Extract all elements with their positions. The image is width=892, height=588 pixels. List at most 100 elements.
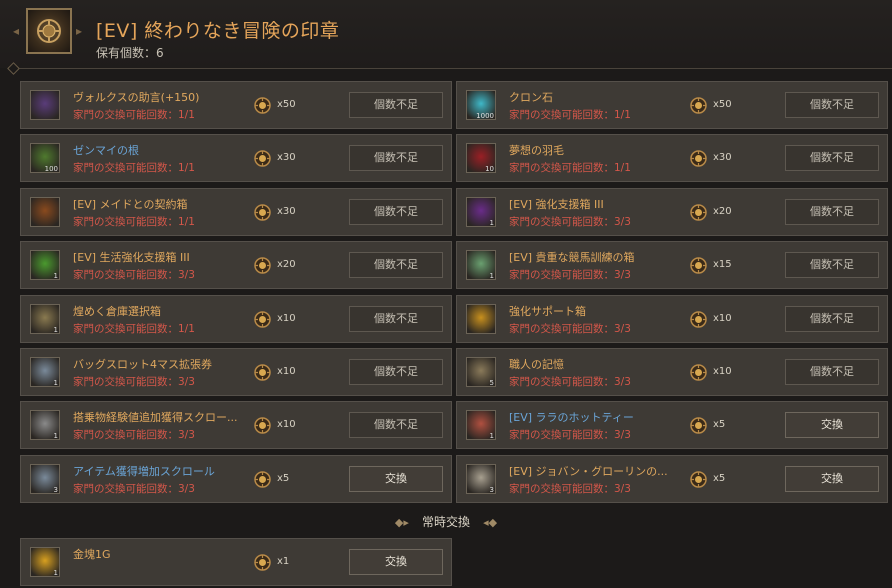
letter-icon: 3 bbox=[466, 463, 496, 494]
page-title: [EV] 終わりなき冒険の印章 bbox=[96, 20, 340, 42]
exchange-item[interactable]: 100 ゼンマイの根 家門の交換可能回数：1/1 x30 個数不足 bbox=[20, 134, 452, 183]
insufficient-button[interactable]: 個数不足 bbox=[349, 252, 443, 279]
seal-coin-icon bbox=[254, 417, 271, 435]
item-name: クロン石 bbox=[509, 91, 553, 104]
item-quantity: 1 bbox=[53, 379, 58, 387]
item-quantity: 1 bbox=[53, 325, 58, 334]
insufficient-button[interactable]: 個数不足 bbox=[349, 145, 443, 172]
owned-count: 保有個数：6 bbox=[96, 46, 164, 60]
seal-coin-icon bbox=[254, 204, 271, 221]
exchange-limit: 家門の交換可能回数：1/1 bbox=[73, 162, 195, 175]
gold-bar-icon: 1 bbox=[30, 547, 60, 577]
exchange-limit: 家門の交換可能回数：1/1 bbox=[73, 215, 195, 228]
exchange-item[interactable]: 強化サポート箱 家門の交換可能回数：3/3 x10 個数不足 bbox=[456, 294, 888, 343]
exchange-item[interactable]: 1 [EV] 生活強化支援箱 III 家門の交換可能回数：3/3 x20 個数不足 bbox=[20, 241, 452, 290]
insufficient-button[interactable]: 個数不足 bbox=[349, 412, 443, 439]
item-name: 搭乗物経験値追加獲得スクロー... bbox=[73, 411, 238, 425]
exchange-limit: 家門の交換可能回数：1/1 bbox=[509, 162, 631, 175]
item-name: [EV] 貴重な競馬訓練の箱 bbox=[509, 251, 635, 265]
item-quantity: 5 bbox=[489, 379, 494, 387]
insufficient-button[interactable]: 個数不足 bbox=[785, 145, 879, 172]
seal-coin-icon bbox=[254, 97, 271, 114]
insufficient-button[interactable]: 個数不足 bbox=[785, 198, 879, 225]
item-cost: x1 bbox=[277, 556, 290, 567]
book-icon bbox=[30, 90, 60, 120]
item-quantity: 1000 bbox=[476, 112, 494, 120]
exchange-item[interactable]: 5 職人の記憶 家門の交換可能回数：3/3 x10 個数不足 bbox=[456, 348, 888, 396]
exchange-limit: 家門の交換可能回数：3/3 bbox=[509, 482, 631, 495]
gift-box-icon: 1 bbox=[466, 250, 496, 281]
item-name: [EV] 生活強化支援箱 III bbox=[73, 251, 190, 265]
item-name: [EV] ララのホットティー bbox=[509, 411, 634, 425]
seal-coin-icon bbox=[690, 310, 707, 328]
bag-ticket-icon: 1 bbox=[30, 357, 60, 387]
exchange-button[interactable]: 交換 bbox=[349, 549, 443, 575]
item-name: [EV] メイドとの契約箱 bbox=[73, 197, 188, 211]
exchange-item[interactable]: 1 [EV] ララのホットティー 家門の交換可能回数：3/3 x5 交換 bbox=[456, 401, 888, 450]
permanent-exchange-label: 常時交換 bbox=[421, 515, 470, 529]
item-cost: x10 bbox=[277, 419, 296, 431]
exchange-limit: 家門の交換可能回数：1/1 bbox=[73, 109, 195, 121]
header: ◂ ▸ [EV] 終わりなき冒険の印章 保有個数：6 bbox=[0, 0, 892, 68]
exchange-item[interactable]: 3 アイテム獲得増加スクロール 家門の交換可能回数：3/3 x5 交換 bbox=[20, 454, 452, 503]
exchange-button[interactable]: 交換 bbox=[785, 465, 879, 492]
cron-stone-icon: 1000 bbox=[466, 90, 496, 120]
item-name: 金塊1G bbox=[73, 548, 111, 561]
seal-coin-icon bbox=[254, 150, 271, 168]
exchange-limit: 家門の交換可能回数：3/3 bbox=[509, 376, 631, 388]
item-quantity: 1 bbox=[489, 218, 494, 227]
exchange-limit: 家門の交換可能回数：3/3 bbox=[73, 429, 195, 442]
lantern-icon: 1 bbox=[30, 303, 60, 334]
insufficient-button[interactable]: 個数不足 bbox=[785, 359, 879, 385]
exchange-item[interactable]: 1000 クロン石 家門の交換可能回数：1/1 x50 個数不足 bbox=[456, 81, 888, 129]
seal-coin-icon bbox=[254, 257, 271, 274]
item-cost: x10 bbox=[277, 366, 296, 377]
insufficient-button[interactable]: 個数不足 bbox=[349, 198, 443, 225]
seal-coin-icon bbox=[690, 257, 707, 274]
item-cost: x50 bbox=[277, 99, 296, 110]
seal-coin-icon bbox=[254, 471, 271, 488]
exchange-button[interactable]: 交換 bbox=[349, 465, 443, 492]
exchange-limit: 家門の交換可能回数：3/3 bbox=[509, 322, 631, 335]
item-cost: x50 bbox=[713, 99, 732, 110]
seal-coin-icon bbox=[254, 364, 271, 381]
insufficient-button[interactable]: 個数不足 bbox=[349, 305, 443, 332]
item-quantity: 1 bbox=[53, 272, 58, 281]
seal-coin-icon bbox=[690, 417, 707, 435]
seal-coin-icon bbox=[690, 364, 707, 381]
item-quantity: 1 bbox=[53, 432, 58, 441]
insufficient-button[interactable]: 個数不足 bbox=[349, 359, 443, 385]
exchange-item[interactable]: ヴォルクスの助言(+150) 家門の交換可能回数：1/1 x50 個数不足 bbox=[20, 81, 452, 129]
item-name: 煌めく倉庫選択箱 bbox=[73, 304, 161, 318]
exchange-item[interactable]: 1 [EV] 強化支援箱 III 家門の交換可能回数：3/3 x20 個数不足 bbox=[456, 187, 888, 236]
exchange-button[interactable]: 交換 bbox=[785, 412, 879, 439]
item-quantity: 3 bbox=[53, 485, 58, 494]
exchange-item[interactable]: 1 バッグスロット4マス拡張券 家門の交換可能回数：3/3 x10 個数不足 bbox=[20, 348, 452, 396]
seal-coin-icon bbox=[690, 97, 707, 114]
item-cost: x5 bbox=[713, 472, 726, 484]
exchange-item[interactable]: 1 煌めく倉庫選択箱 家門の交換可能回数：1/1 x10 個数不足 bbox=[20, 294, 452, 343]
exchange-item[interactable]: 3 [EV] ジョバン・グローリンの... 家門の交換可能回数：3/3 x5 交換 bbox=[456, 454, 888, 503]
chest-icon bbox=[30, 196, 60, 227]
insufficient-button[interactable]: 個数不足 bbox=[785, 92, 879, 118]
item-cost: x15 bbox=[713, 259, 732, 271]
insufficient-button[interactable]: 個数不足 bbox=[785, 305, 879, 332]
exchange-item[interactable]: 1 金塊1G x1 交換 bbox=[20, 538, 452, 586]
insufficient-button[interactable]: 個数不足 bbox=[785, 252, 879, 279]
seal-coin-icon bbox=[690, 471, 707, 488]
exchange-item[interactable]: 1 搭乗物経験値追加獲得スクロー... 家門の交換可能回数：3/3 x10 個数不足 bbox=[20, 401, 452, 450]
exchange-item[interactable]: [EV] メイドとの契約箱 家門の交換可能回数：1/1 x30 個数不足 bbox=[20, 187, 452, 236]
item-cost: x5 bbox=[277, 472, 290, 484]
item-name: アイテム獲得増加スクロール bbox=[73, 464, 215, 478]
item-cost: x20 bbox=[713, 205, 732, 217]
exchange-item[interactable]: 10 夢想の羽毛 家門の交換可能回数：1/1 x30 個数不足 bbox=[456, 134, 888, 183]
insufficient-button[interactable]: 個数不足 bbox=[349, 92, 443, 118]
scroll-icon: 1 bbox=[30, 410, 60, 441]
purple-box-icon: 1 bbox=[466, 196, 496, 227]
permanent-exchange-header: ◆▸ 常時交換 ◂◆ bbox=[0, 511, 892, 531]
exchange-limit: 家門の交換可能回数：3/3 bbox=[509, 429, 631, 442]
item-quantity: 3 bbox=[489, 485, 494, 494]
item-name: 職人の記憶 bbox=[509, 358, 564, 371]
exchange-item[interactable]: 1 [EV] 貴重な競馬訓練の箱 家門の交換可能回数：3/3 x15 個数不足 bbox=[456, 241, 888, 290]
seal-coin-icon bbox=[254, 554, 271, 571]
